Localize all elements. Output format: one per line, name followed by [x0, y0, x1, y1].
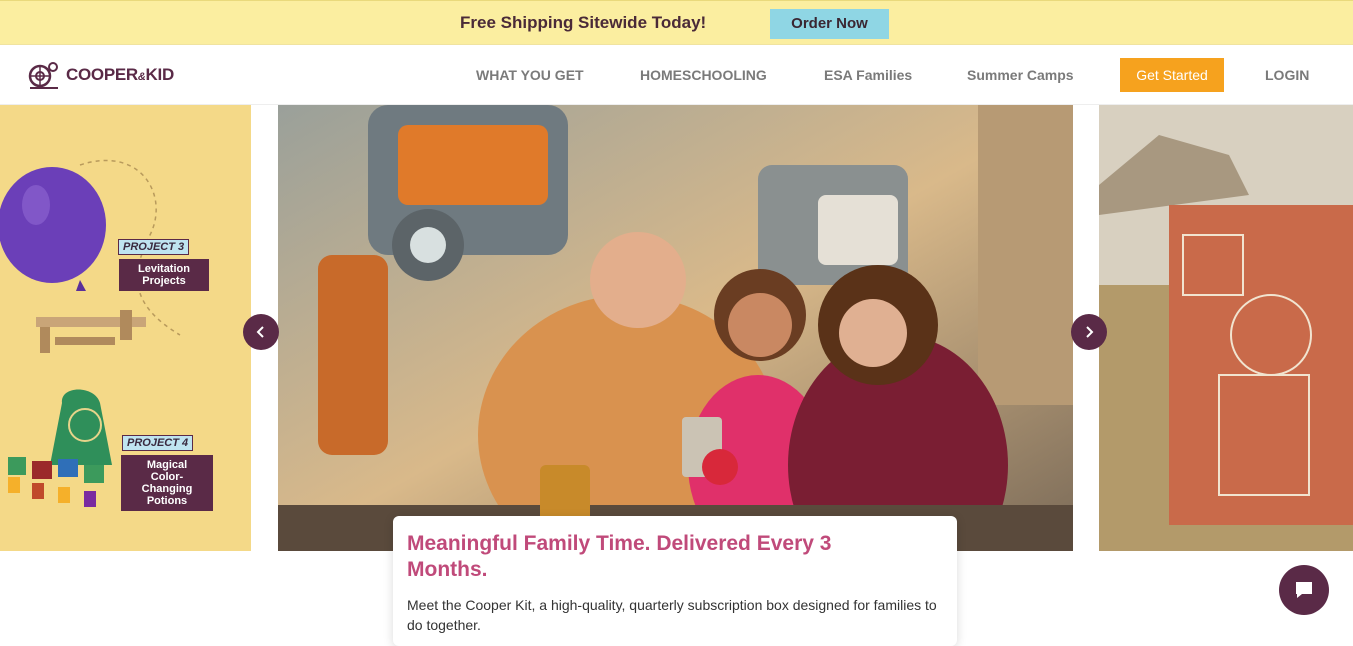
logo-icon [28, 62, 58, 89]
kit-box-photo [1099, 105, 1353, 551]
get-started-button[interactable]: Get Started [1120, 58, 1224, 92]
nav-what-you-get[interactable]: WHAT YOU GET [476, 67, 584, 83]
hero-title: Meaningful Family Time. Delivered Every … [407, 532, 832, 581]
site-header: COOPER&KID WHAT YOU GET HOMESCHOOLING ES… [0, 45, 1353, 105]
nav-esa-families[interactable]: ESA Families [824, 67, 912, 83]
chat-widget-button[interactable] [1279, 565, 1329, 615]
hero-info-card: Meaningful Family Time. Delivered Every … [393, 516, 957, 646]
logo[interactable]: COOPER&KID [26, 59, 174, 91]
project-3-badge: PROJECT 3 [118, 239, 190, 255]
nav-summer-camps[interactable]: Summer Camps [967, 67, 1074, 83]
chevron-right-icon [1086, 326, 1094, 338]
family-workshop-photo [278, 105, 1073, 551]
carousel-slide-active[interactable] [278, 105, 1073, 551]
project-3-title: Levitation Projects [119, 259, 209, 291]
carousel-slide-next[interactable] [1099, 105, 1353, 551]
carousel-prev-button[interactable] [243, 314, 279, 350]
chevron-left-icon [256, 326, 264, 338]
carousel-slide-previous[interactable]: PROJECT 3 Levitation Projects PROJECT 4 … [0, 105, 251, 551]
order-now-button[interactable]: Order Now [770, 9, 889, 39]
project-4-badge: PROJECT 4 [122, 435, 194, 451]
chat-icon [1296, 582, 1312, 598]
promo-banner: Free Shipping Sitewide Today! Order Now [0, 0, 1353, 45]
login-link[interactable]: LOGIN [1265, 67, 1309, 83]
carousel-next-button[interactable] [1071, 314, 1107, 350]
logo-text: COOPER&KID [66, 65, 174, 84]
hero-description: Meet the Cooper Kit, a high-quality, qua… [407, 597, 937, 633]
nav-homeschooling[interactable]: HOMESCHOOLING [640, 67, 767, 83]
promo-text: Free Shipping Sitewide Today! [460, 13, 707, 32]
project-4-title: Magical Color-Changing Potions [121, 455, 213, 511]
